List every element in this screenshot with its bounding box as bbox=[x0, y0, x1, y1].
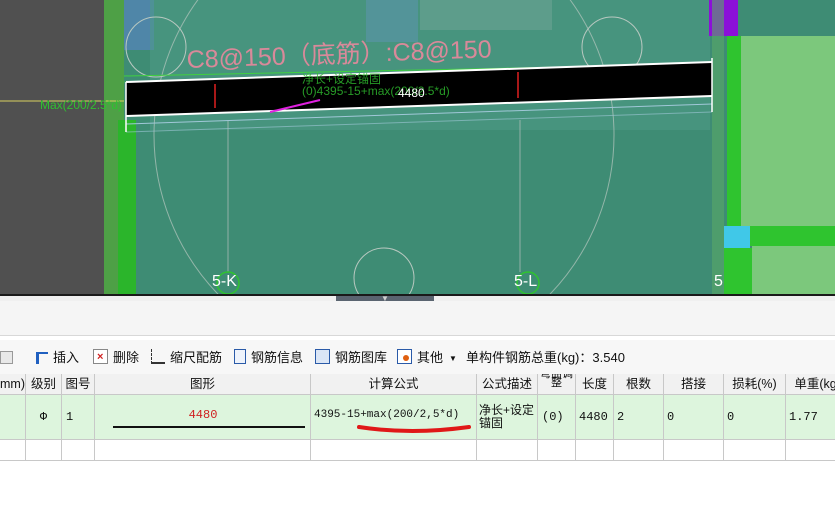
insert-button[interactable]: 插入 bbox=[36, 349, 79, 367]
table-row[interactable]: Φ 1 4480 4395-15+max(200/2,5*d) 净长+设定锚固 … bbox=[0, 395, 835, 440]
empty-cell[interactable] bbox=[664, 440, 724, 461]
header-lap: 搭接 bbox=[664, 374, 724, 395]
header-shape: 图形 bbox=[95, 374, 311, 395]
grid-bubble-bottom bbox=[353, 247, 415, 294]
bar-length-label: 4480 bbox=[398, 86, 425, 100]
insert-label: 插入 bbox=[53, 350, 80, 365]
empty-cell[interactable] bbox=[0, 440, 26, 461]
header-grade: 级别 bbox=[26, 374, 62, 395]
description-text: 净长+设定锚固 bbox=[479, 403, 535, 430]
cell-count[interactable]: 2 bbox=[614, 395, 664, 440]
rebar-info-label: 钢筋信息 bbox=[251, 350, 304, 365]
left-anchor-label: Max(200/2.5*d) bbox=[40, 98, 123, 112]
rebar-bar-outline-2 bbox=[125, 111, 713, 133]
scale-config-button[interactable]: 缩尺配筋 bbox=[151, 349, 222, 367]
shape-bar-line bbox=[113, 426, 305, 428]
overlay-green-label-2: (0)4395-15+max(200/2.5*d) bbox=[302, 84, 450, 98]
rebar-toolbar: 插入 × 删除 缩尺配筋 钢筋信息 钢筋图库 其他 ▼ 单构件钢筋总重(kg)：3.… bbox=[0, 340, 835, 374]
cell-bend-adjust[interactable]: (0) bbox=[538, 395, 576, 440]
scale-config-label: 缩尺配筋 bbox=[170, 350, 223, 365]
delete-button[interactable]: × 删除 bbox=[93, 349, 139, 367]
grade-symbol: Φ bbox=[39, 410, 48, 424]
header-bend-adjust: 弯曲调整 bbox=[538, 374, 576, 395]
shape-length-label: 4480 bbox=[188, 408, 218, 422]
empty-cell[interactable] bbox=[576, 440, 614, 461]
cad-drawing-canvas[interactable]: C8@150（底筋）:C8@150 净长+设定锚固 (0)4395-15+max… bbox=[0, 0, 835, 294]
grid-bubble-top-left bbox=[125, 16, 187, 78]
axis-label-5k: 5-K bbox=[212, 273, 237, 290]
rebar-library-button[interactable]: 钢筋图库 bbox=[315, 349, 387, 367]
insert-icon bbox=[36, 352, 48, 364]
red-underline-annotation bbox=[357, 425, 471, 433]
other-dropdown-button[interactable]: 其他 ▼ bbox=[397, 349, 457, 367]
cell-formula[interactable]: 4395-15+max(200/2,5*d) bbox=[311, 395, 477, 440]
library-icon bbox=[315, 349, 330, 364]
cell-loss[interactable]: 0 bbox=[724, 395, 786, 440]
header-unit-weight: 单重(kg bbox=[786, 374, 835, 395]
header-loss: 损耗(%) bbox=[724, 374, 786, 395]
chevron-down-icon: ▼ bbox=[449, 354, 457, 363]
move-down-button[interactable] bbox=[0, 349, 18, 367]
arrow-down-icon bbox=[0, 351, 13, 364]
header-figure-no: 图号 bbox=[62, 374, 95, 395]
tab-strip-area bbox=[0, 301, 835, 336]
total-weight-text: 单构件钢筋总重(kg)：3.540 bbox=[466, 350, 625, 365]
empty-cell[interactable] bbox=[26, 440, 62, 461]
empty-cell[interactable] bbox=[538, 440, 576, 461]
document-icon bbox=[234, 349, 246, 364]
empty-cell[interactable] bbox=[724, 440, 786, 461]
header-length: 长度 bbox=[576, 374, 614, 395]
cell-grade[interactable]: Φ bbox=[26, 395, 62, 440]
cell-length[interactable]: 4480 bbox=[576, 395, 614, 440]
header-count: 根数 bbox=[614, 374, 664, 395]
other-icon bbox=[397, 349, 412, 364]
table-row-empty[interactable] bbox=[0, 440, 835, 461]
table-header-row: mm) 级别 图号 图形 计算公式 公式描述 弯曲调整 长度 根数 搭接 损耗(… bbox=[0, 374, 835, 395]
empty-cell[interactable] bbox=[95, 440, 311, 461]
other-label: 其他 bbox=[417, 350, 444, 365]
rebar-info-button[interactable]: 钢筋信息 bbox=[234, 349, 303, 367]
axis-label-5: 5 bbox=[714, 273, 723, 290]
header-diameter: mm) bbox=[0, 374, 26, 395]
empty-cell[interactable] bbox=[614, 440, 664, 461]
cell-description[interactable]: 净长+设定锚固 bbox=[477, 395, 538, 440]
rebar-library-label: 钢筋图库 bbox=[335, 350, 388, 365]
cell-shape[interactable]: 4480 bbox=[95, 395, 311, 440]
cell-unit-weight[interactable]: 1.77 bbox=[786, 395, 835, 440]
header-description: 公式描述 bbox=[477, 374, 538, 395]
cell-figure-no[interactable]: 1 bbox=[62, 395, 95, 440]
empty-cell[interactable] bbox=[786, 440, 835, 461]
axis-label-5l: 5-L bbox=[514, 273, 538, 290]
cell-diameter[interactable] bbox=[0, 395, 26, 440]
delete-label: 删除 bbox=[113, 350, 140, 365]
delete-icon: × bbox=[93, 349, 108, 364]
empty-cell[interactable] bbox=[477, 440, 538, 461]
cell-lap[interactable]: 0 bbox=[664, 395, 724, 440]
scale-icon bbox=[151, 349, 165, 364]
header-formula: 计算公式 bbox=[311, 374, 477, 395]
panel-splitter[interactable]: ▼ bbox=[0, 294, 835, 303]
formula-text: 4395-15+max(200/2,5*d) bbox=[314, 409, 460, 421]
empty-cell[interactable] bbox=[62, 440, 95, 461]
empty-cell[interactable] bbox=[311, 440, 477, 461]
